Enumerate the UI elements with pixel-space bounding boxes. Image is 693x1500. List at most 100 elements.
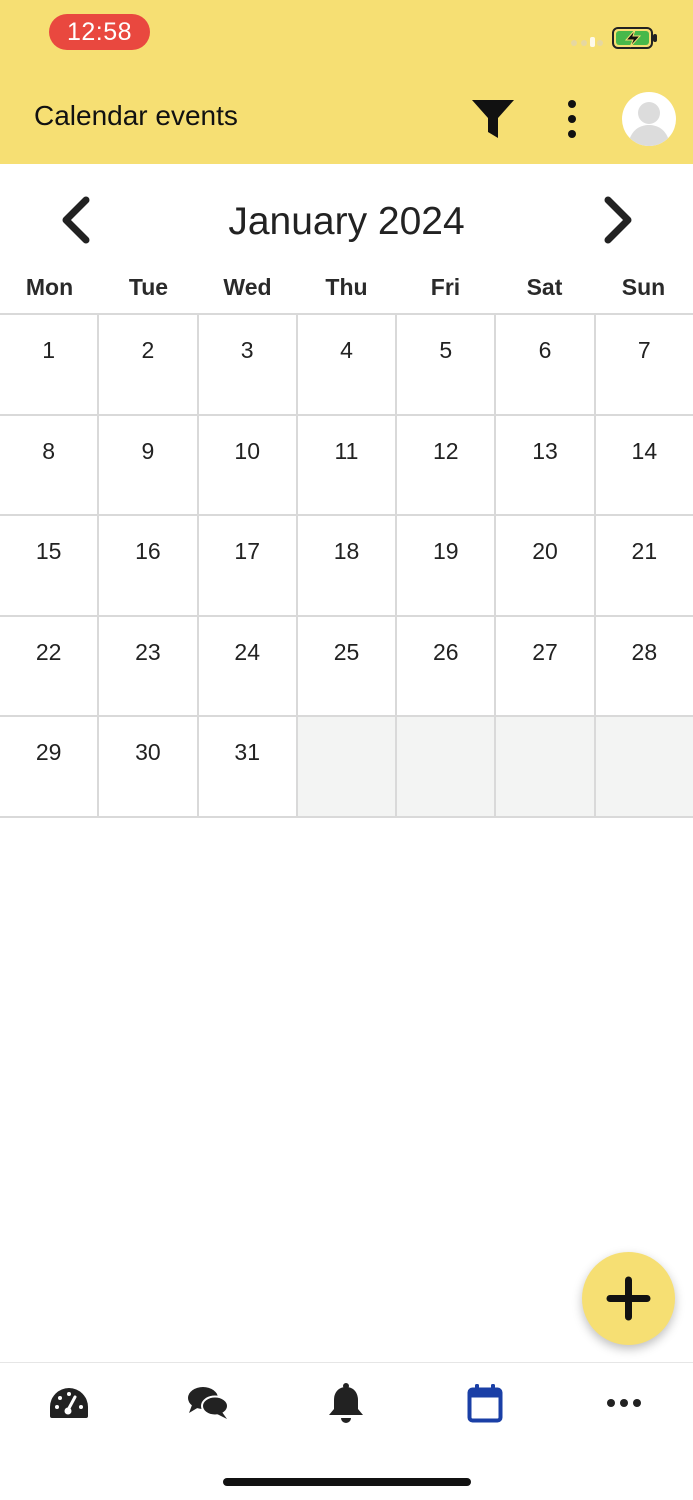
day-cell[interactable]: 29 xyxy=(0,717,100,816)
day-number: 31 xyxy=(234,739,260,766)
day-cell[interactable]: 22 xyxy=(0,616,100,716)
day-number: 16 xyxy=(135,538,161,565)
day-number: 5 xyxy=(439,337,453,363)
day-number: 27 xyxy=(532,638,558,665)
day-number: 7 xyxy=(637,337,651,363)
week-row: 29 30 31 xyxy=(0,717,693,818)
day-cell[interactable]: 4 xyxy=(298,315,398,414)
day-cell[interactable]: 11 xyxy=(298,415,398,515)
day-cell[interactable]: 16 xyxy=(99,516,199,615)
day-number: 11 xyxy=(334,437,359,464)
day-cell[interactable]: 26 xyxy=(397,616,497,716)
day-cell[interactable]: 13 xyxy=(496,415,596,515)
weekday-label: Sat xyxy=(526,274,563,300)
day-cell[interactable]: 3 xyxy=(199,315,298,414)
empty-day-cell xyxy=(397,717,497,816)
day-cell[interactable]: 15 xyxy=(0,516,100,615)
day-number: 3 xyxy=(240,337,254,363)
nav-calendar[interactable] xyxy=(416,1363,555,1443)
empty-day-cell xyxy=(595,717,693,816)
dashboard-icon xyxy=(50,1387,89,1418)
empty-day-cell xyxy=(496,717,596,816)
more-vertical-icon xyxy=(568,100,576,138)
day-number: 12 xyxy=(432,437,459,464)
week-row: 15 16 17 18 19 20 21 xyxy=(0,516,693,617)
day-number: 22 xyxy=(35,638,62,665)
day-cell[interactable]: 24 xyxy=(199,616,298,716)
day-cell[interactable]: 27 xyxy=(496,616,596,716)
day-cell[interactable]: 25 xyxy=(298,616,398,716)
day-cell[interactable]: 19 xyxy=(397,516,497,615)
day-cell[interactable]: 1 xyxy=(0,315,100,414)
calendar-grid: 1 2 3 4 5 6 7 8 9 10 11 12 13 14 15 16 1… xyxy=(0,313,693,818)
nav-notifications[interactable] xyxy=(277,1363,416,1443)
weekday-label: Fri xyxy=(430,274,461,300)
day-number: 26 xyxy=(432,638,459,665)
more-options-button[interactable] xyxy=(559,98,585,140)
day-number: 24 xyxy=(234,638,260,665)
day-number: 14 xyxy=(631,437,658,464)
day-cell[interactable]: 2 xyxy=(99,315,199,414)
add-event-button[interactable] xyxy=(582,1252,675,1345)
weekday-header-row: Mon Tue Wed Thu Fri Sat Sun xyxy=(0,274,693,308)
day-cell[interactable]: 23 xyxy=(99,616,199,716)
day-cell[interactable]: 17 xyxy=(199,516,298,615)
filter-icon xyxy=(472,100,514,138)
status-time: 12:58 xyxy=(49,14,150,50)
empty-day-cell xyxy=(297,717,398,816)
day-cell[interactable]: 30 xyxy=(99,717,199,816)
day-cell[interactable]: 10 xyxy=(199,415,298,515)
day-number: 9 xyxy=(141,437,155,464)
app-header: 12:58 Calendar events xyxy=(0,0,693,164)
plus-icon xyxy=(606,1276,651,1321)
day-number: 30 xyxy=(135,739,161,766)
bottom-navigation xyxy=(0,1362,693,1442)
battery-charging-icon xyxy=(612,27,657,49)
weekday-label: Sun xyxy=(621,274,666,300)
day-number: 1 xyxy=(42,337,56,363)
day-number: 18 xyxy=(333,538,360,565)
week-row: 1 2 3 4 5 6 7 xyxy=(0,315,693,416)
day-cell[interactable]: 18 xyxy=(298,516,398,615)
next-month-button[interactable] xyxy=(596,194,640,246)
more-horizontal-icon xyxy=(606,1398,641,1407)
bell-icon xyxy=(329,1382,364,1423)
day-cell[interactable]: 14 xyxy=(596,416,693,515)
day-number: 13 xyxy=(532,437,558,464)
day-cell[interactable]: 8 xyxy=(0,415,100,515)
chat-icon xyxy=(187,1386,229,1419)
day-number: 17 xyxy=(234,538,260,565)
day-cell[interactable]: 28 xyxy=(596,617,693,716)
day-cell[interactable]: 21 xyxy=(596,516,693,615)
weekday-label: Mon xyxy=(25,274,74,300)
weekday-label: Thu xyxy=(325,274,368,300)
day-number: 20 xyxy=(532,538,558,565)
day-cell[interactable]: 31 xyxy=(199,717,298,816)
day-number: 15 xyxy=(35,538,62,565)
day-cell[interactable]: 12 xyxy=(397,415,497,515)
nav-dashboard[interactable] xyxy=(0,1363,139,1443)
day-cell[interactable]: 9 xyxy=(99,415,199,515)
weekday-label: Wed xyxy=(223,274,272,300)
day-cell[interactable]: 20 xyxy=(496,516,596,615)
week-row: 8 9 10 11 12 13 14 xyxy=(0,415,693,517)
chevron-right-icon xyxy=(604,196,632,244)
day-number: 4 xyxy=(340,337,353,363)
filter-button[interactable] xyxy=(470,96,516,142)
day-number: 6 xyxy=(538,337,552,363)
weekday-label: Tue xyxy=(128,274,169,300)
page-title: Calendar events xyxy=(34,100,238,131)
day-number: 19 xyxy=(432,538,459,565)
day-number: 2 xyxy=(141,337,155,363)
day-number: 25 xyxy=(333,638,360,665)
day-number: 28 xyxy=(631,638,658,665)
calendar-icon xyxy=(467,1383,503,1422)
signal-icon xyxy=(571,37,603,47)
nav-more[interactable] xyxy=(554,1363,693,1443)
day-number: 21 xyxy=(631,538,658,565)
day-cell[interactable]: 6 xyxy=(496,315,596,414)
nav-chat[interactable] xyxy=(139,1363,278,1443)
avatar[interactable] xyxy=(622,92,676,146)
day-cell[interactable]: 5 xyxy=(397,315,497,414)
day-cell[interactable]: 7 xyxy=(596,315,693,414)
